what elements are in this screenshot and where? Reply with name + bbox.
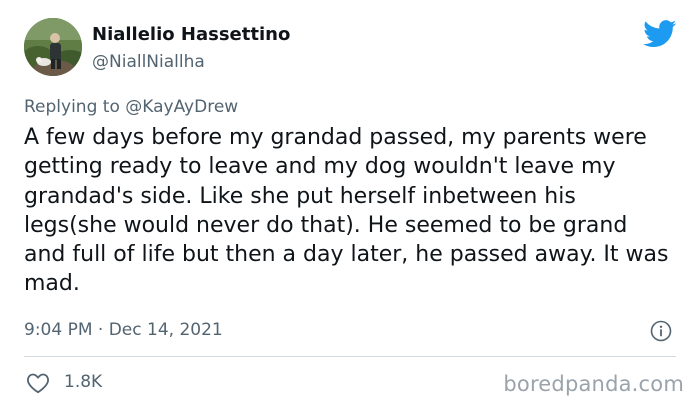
tweet-card: Niallelio Hassettino @NiallNiallha Reply… — [0, 0, 700, 410]
watermark: boredpanda.com — [503, 372, 684, 396]
divider — [24, 356, 676, 357]
tweet-timestamp[interactable]: 9:04 PM · Dec 14, 2021 — [24, 320, 223, 340]
tweet-text: A few days before my grandad passed, my … — [24, 125, 669, 297]
avatar[interactable] — [24, 18, 82, 76]
profile-photo — [24, 18, 82, 76]
display-name[interactable]: Niallelio Hassettino — [92, 24, 290, 45]
reply-context: Replying to @KayAyDrew — [24, 97, 238, 117]
handle[interactable]: @NiallNiallha — [92, 52, 205, 72]
twitter-bird-icon[interactable] — [643, 20, 677, 48]
like-count: 1.8K — [64, 372, 103, 392]
reply-prefix: Replying to — [24, 97, 126, 117]
reply-mention-link[interactable]: @KayAyDrew — [125, 97, 238, 117]
info-icon[interactable] — [650, 320, 672, 342]
heart-icon[interactable] — [26, 372, 50, 394]
